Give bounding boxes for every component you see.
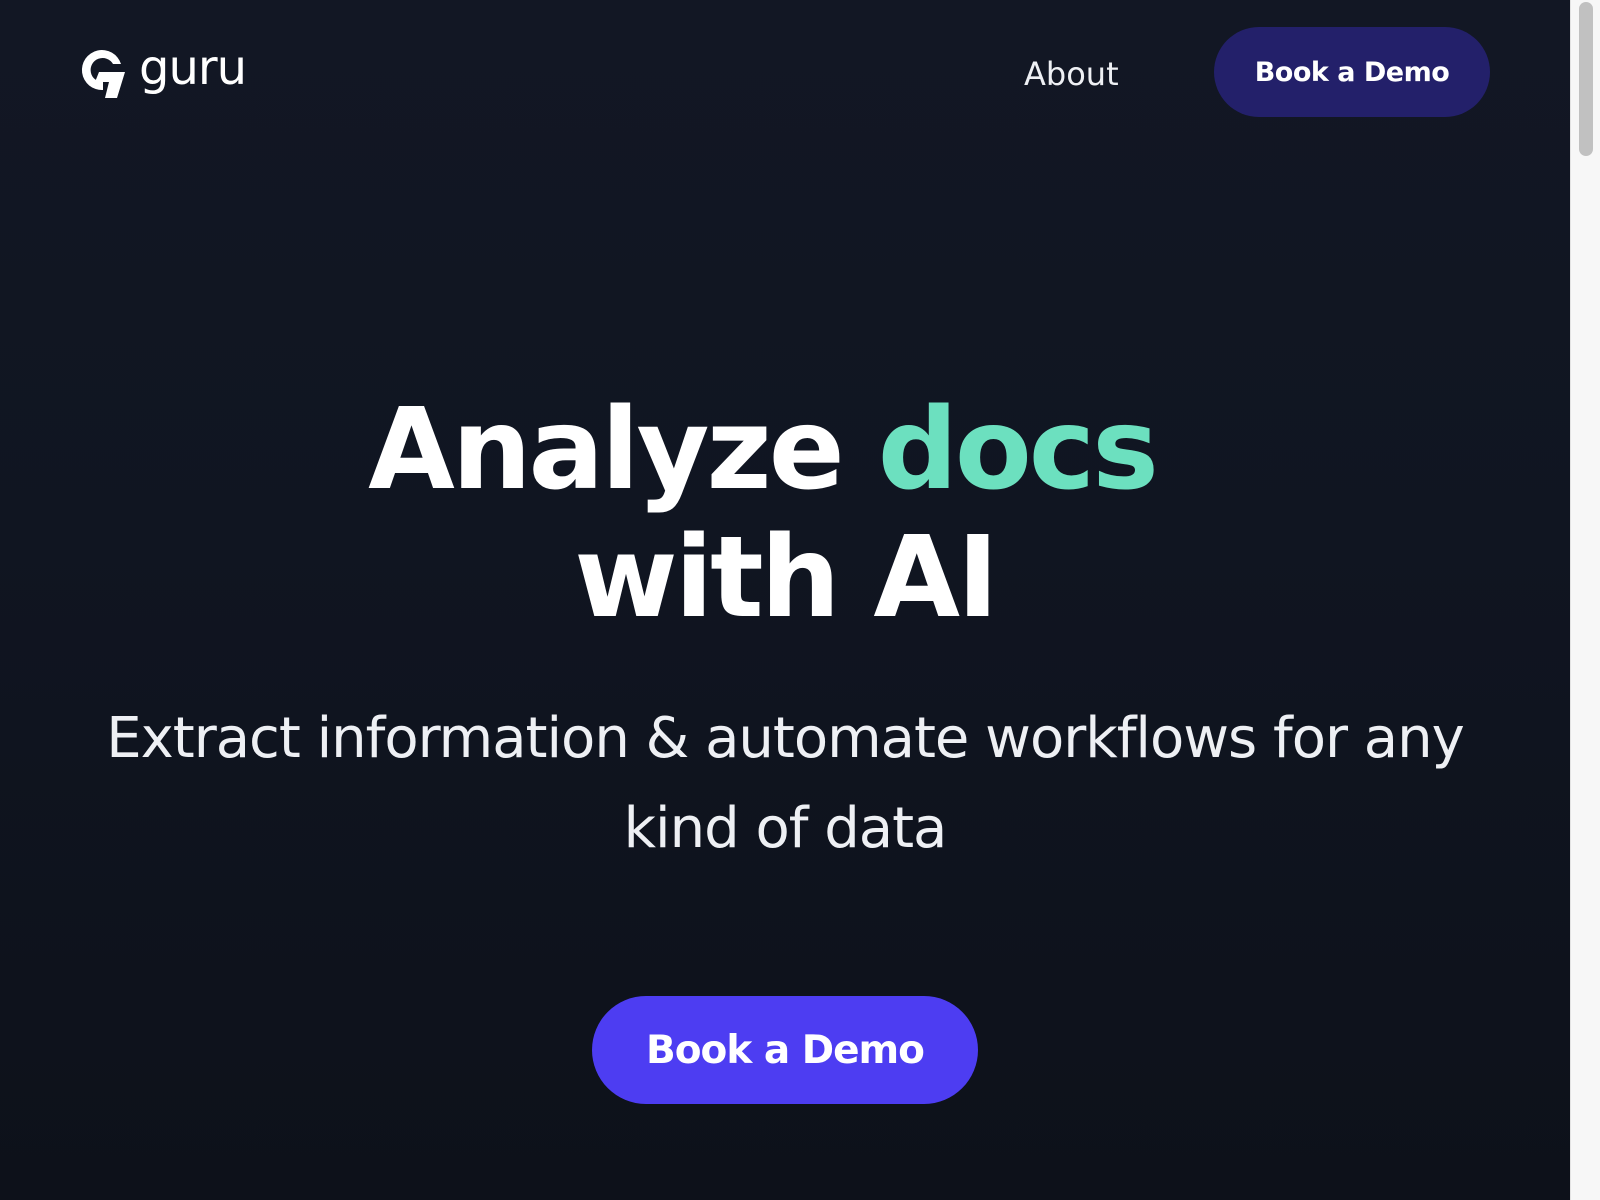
nav-link-about[interactable]: About (1024, 54, 1119, 94)
hero-title: Analyze docs with AI (0, 386, 1570, 642)
hero-book-demo-button[interactable]: Book a Demo (592, 996, 978, 1104)
hero-subtitle: Extract information & automate workflows… (106, 706, 1465, 861)
hero-title-line-2: with AI (574, 513, 998, 643)
site-header: guru About Book a Demo (0, 0, 1570, 146)
vertical-scrollbar[interactable] (1570, 0, 1600, 1200)
scrollbar-thumb[interactable] (1579, 2, 1593, 156)
logo-wordmark: guru (139, 40, 247, 96)
hero-title-line-1: Analyze docs (0, 386, 1570, 514)
header-book-demo-button[interactable]: Book a Demo (1214, 27, 1490, 117)
guru-g-logo-icon (81, 50, 125, 98)
hero-title-accent: docs (877, 385, 1159, 515)
header-book-demo-label: Book a Demo (1254, 56, 1450, 88)
logo-link[interactable]: guru (79, 40, 247, 102)
hero-title-word: Analyze (368, 385, 845, 515)
landing-page: guru About Book a Demo Analyze docs with… (0, 0, 1570, 1200)
hero-book-demo-label: Book a Demo (646, 1027, 925, 1073)
